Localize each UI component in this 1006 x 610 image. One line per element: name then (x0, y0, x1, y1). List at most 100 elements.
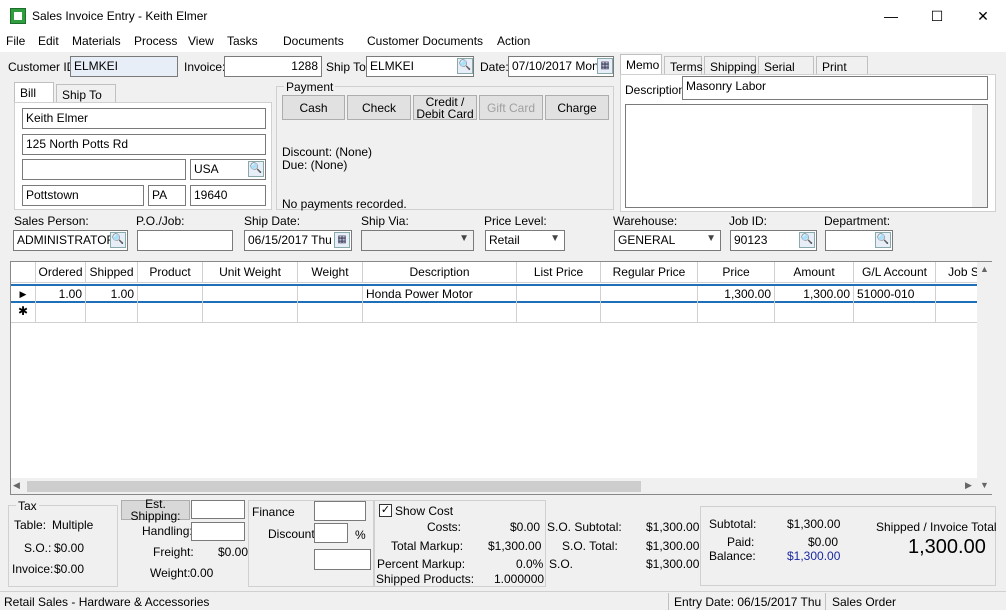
bill-state-input[interactable]: PA (148, 185, 186, 206)
col-shipped[interactable]: Shipped (86, 262, 138, 283)
menu-process[interactable]: Process (134, 34, 177, 48)
grid-vertical-scrollbar[interactable]: ▲ ▼ (977, 262, 992, 494)
tab-terms[interactable]: Terms (664, 56, 703, 76)
menu-tasks[interactable]: Tasks (227, 34, 258, 48)
est-shipping-button[interactable]: Est. Shipping: (121, 498, 190, 522)
menu-bar: File Edit Materials Process View Tasks D… (0, 32, 1006, 52)
paid-label: Paid: (727, 535, 755, 549)
scroll-right-icon[interactable]: ▶ (965, 480, 972, 491)
tab-serial-no[interactable]: Serial No. (758, 56, 814, 88)
check-button[interactable]: Check (347, 95, 411, 120)
warehouse-dropdown[interactable]: GENERAL ▼ (614, 230, 721, 251)
chevron-down-icon: ▼ (706, 233, 716, 244)
date-calendar-icon[interactable]: ▦ (597, 58, 613, 74)
new-cell[interactable] (86, 303, 138, 323)
country-search-icon[interactable]: 🔍 (248, 161, 264, 177)
memo-textarea[interactable] (625, 104, 988, 208)
show-cost-checkbox[interactable]: ✓ (379, 504, 392, 517)
weight-value: 0.00 (190, 566, 214, 580)
grid-horizontal-scrollbar[interactable]: ◀ ▶ (11, 478, 977, 494)
po-job-input[interactable] (137, 230, 233, 251)
cash-button[interactable]: Cash (282, 95, 345, 120)
table-row[interactable]: ▶ 1.00 1.00 Honda Power Motor 1,300.00 1… (11, 284, 992, 305)
new-cell[interactable] (363, 303, 517, 323)
warehouse-label: Warehouse: (613, 214, 678, 228)
invoice-input[interactable]: 1288 (224, 56, 322, 77)
bill-address-input[interactable]: 125 North Potts Rd (22, 134, 266, 155)
col-weight[interactable]: Weight (298, 262, 363, 283)
job-id-search-icon[interactable]: 🔍 (799, 232, 815, 248)
customer-id-input[interactable]: ELMKEI (70, 56, 178, 77)
price-level-value: Retail (489, 233, 520, 247)
est-shipping-input[interactable] (191, 500, 245, 519)
new-cell[interactable] (775, 303, 854, 323)
bill-address2-input[interactable] (22, 159, 186, 180)
description-input[interactable]: Masonry Labor (682, 76, 988, 100)
menu-documents[interactable]: Documents (283, 34, 344, 48)
ship-via-dropdown[interactable]: ▼ (361, 230, 474, 251)
bill-zip-input[interactable]: 19640 (190, 185, 266, 206)
col-list-price[interactable]: List Price (517, 262, 601, 283)
tax-table-label: Table: (14, 518, 47, 532)
menu-materials[interactable]: Materials (72, 34, 121, 48)
tab-print-log[interactable]: Print Log (816, 56, 868, 88)
finance-input[interactable] (314, 501, 366, 521)
col-amount[interactable]: Amount (775, 262, 854, 283)
new-cell[interactable] (854, 303, 936, 323)
no-payments-text: No payments recorded. (282, 197, 407, 211)
col-regular-price[interactable]: Regular Price (601, 262, 698, 283)
col-product[interactable]: Product (138, 262, 203, 283)
tax-table-value: Multiple (52, 518, 94, 532)
payment-label: Payment (284, 80, 336, 94)
freight-value: $0.00 (218, 545, 249, 559)
ship-date-calendar-icon[interactable]: ▦ (334, 232, 350, 248)
charge-button[interactable]: Charge (545, 95, 609, 120)
new-row[interactable]: ✱ (11, 303, 992, 323)
tab-memo[interactable]: Memo (620, 54, 662, 76)
finance-amount-input[interactable] (314, 549, 371, 570)
menu-action[interactable]: Action (497, 34, 530, 48)
new-cell[interactable] (203, 303, 298, 323)
sales-person-search-icon[interactable]: 🔍 (110, 232, 126, 248)
handling-input[interactable] (191, 522, 245, 541)
new-cell[interactable] (698, 303, 775, 323)
col-gl-account[interactable]: G/L Account (854, 262, 936, 283)
scroll-up-icon[interactable]: ▲ (980, 264, 989, 274)
ship-to-search-icon[interactable]: 🔍 (457, 58, 473, 74)
so-subtotal-value: $1,300.00 (646, 520, 700, 534)
credit-debit-button[interactable]: Credit / Debit Card (413, 95, 477, 120)
menu-customer-documents[interactable]: Customer Documents (367, 34, 483, 48)
scroll-down-icon[interactable]: ▼ (980, 480, 989, 490)
show-cost-label: Show Cost (395, 504, 454, 518)
bill-name-input[interactable]: Keith Elmer (22, 108, 266, 129)
new-cell[interactable] (517, 303, 601, 323)
tab-shipping[interactable]: Shipping (704, 56, 757, 76)
menu-view[interactable]: View (188, 34, 214, 48)
invoice-label: Invoice: (184, 60, 226, 74)
memo-scrollbar[interactable] (972, 105, 987, 207)
new-cell[interactable] (601, 303, 698, 323)
price-level-dropdown[interactable]: Retail ▼ (485, 230, 565, 251)
col-ordered[interactable]: Ordered (36, 262, 86, 283)
col-price[interactable]: Price (698, 262, 775, 283)
tab-ship-to[interactable]: Ship To (56, 84, 116, 104)
scroll-thumb[interactable] (27, 481, 641, 492)
new-cell[interactable] (298, 303, 363, 323)
total-markup-label: Total Markup: (391, 539, 464, 553)
gift-card-button[interactable]: Gift Card (479, 95, 543, 120)
bill-city-input[interactable]: Pottstown (22, 185, 144, 206)
col-description[interactable]: Description (363, 262, 517, 283)
close-button[interactable]: ✕ (960, 0, 1006, 32)
new-cell[interactable] (36, 303, 86, 323)
finance-discount-input[interactable] (314, 523, 348, 543)
department-search-icon[interactable]: 🔍 (875, 232, 891, 248)
menu-edit[interactable]: Edit (38, 34, 59, 48)
tab-bill-to[interactable]: Bill To (14, 82, 54, 114)
scroll-left-icon[interactable]: ◀ (13, 480, 20, 491)
window-title: Sales Invoice Entry - Keith Elmer (32, 9, 208, 23)
col-unit-weight[interactable]: Unit Weight (203, 262, 298, 283)
minimize-button[interactable]: — (868, 0, 914, 32)
maximize-button[interactable]: ☐ (914, 0, 960, 32)
new-cell[interactable] (138, 303, 203, 323)
menu-file[interactable]: File (6, 34, 25, 48)
